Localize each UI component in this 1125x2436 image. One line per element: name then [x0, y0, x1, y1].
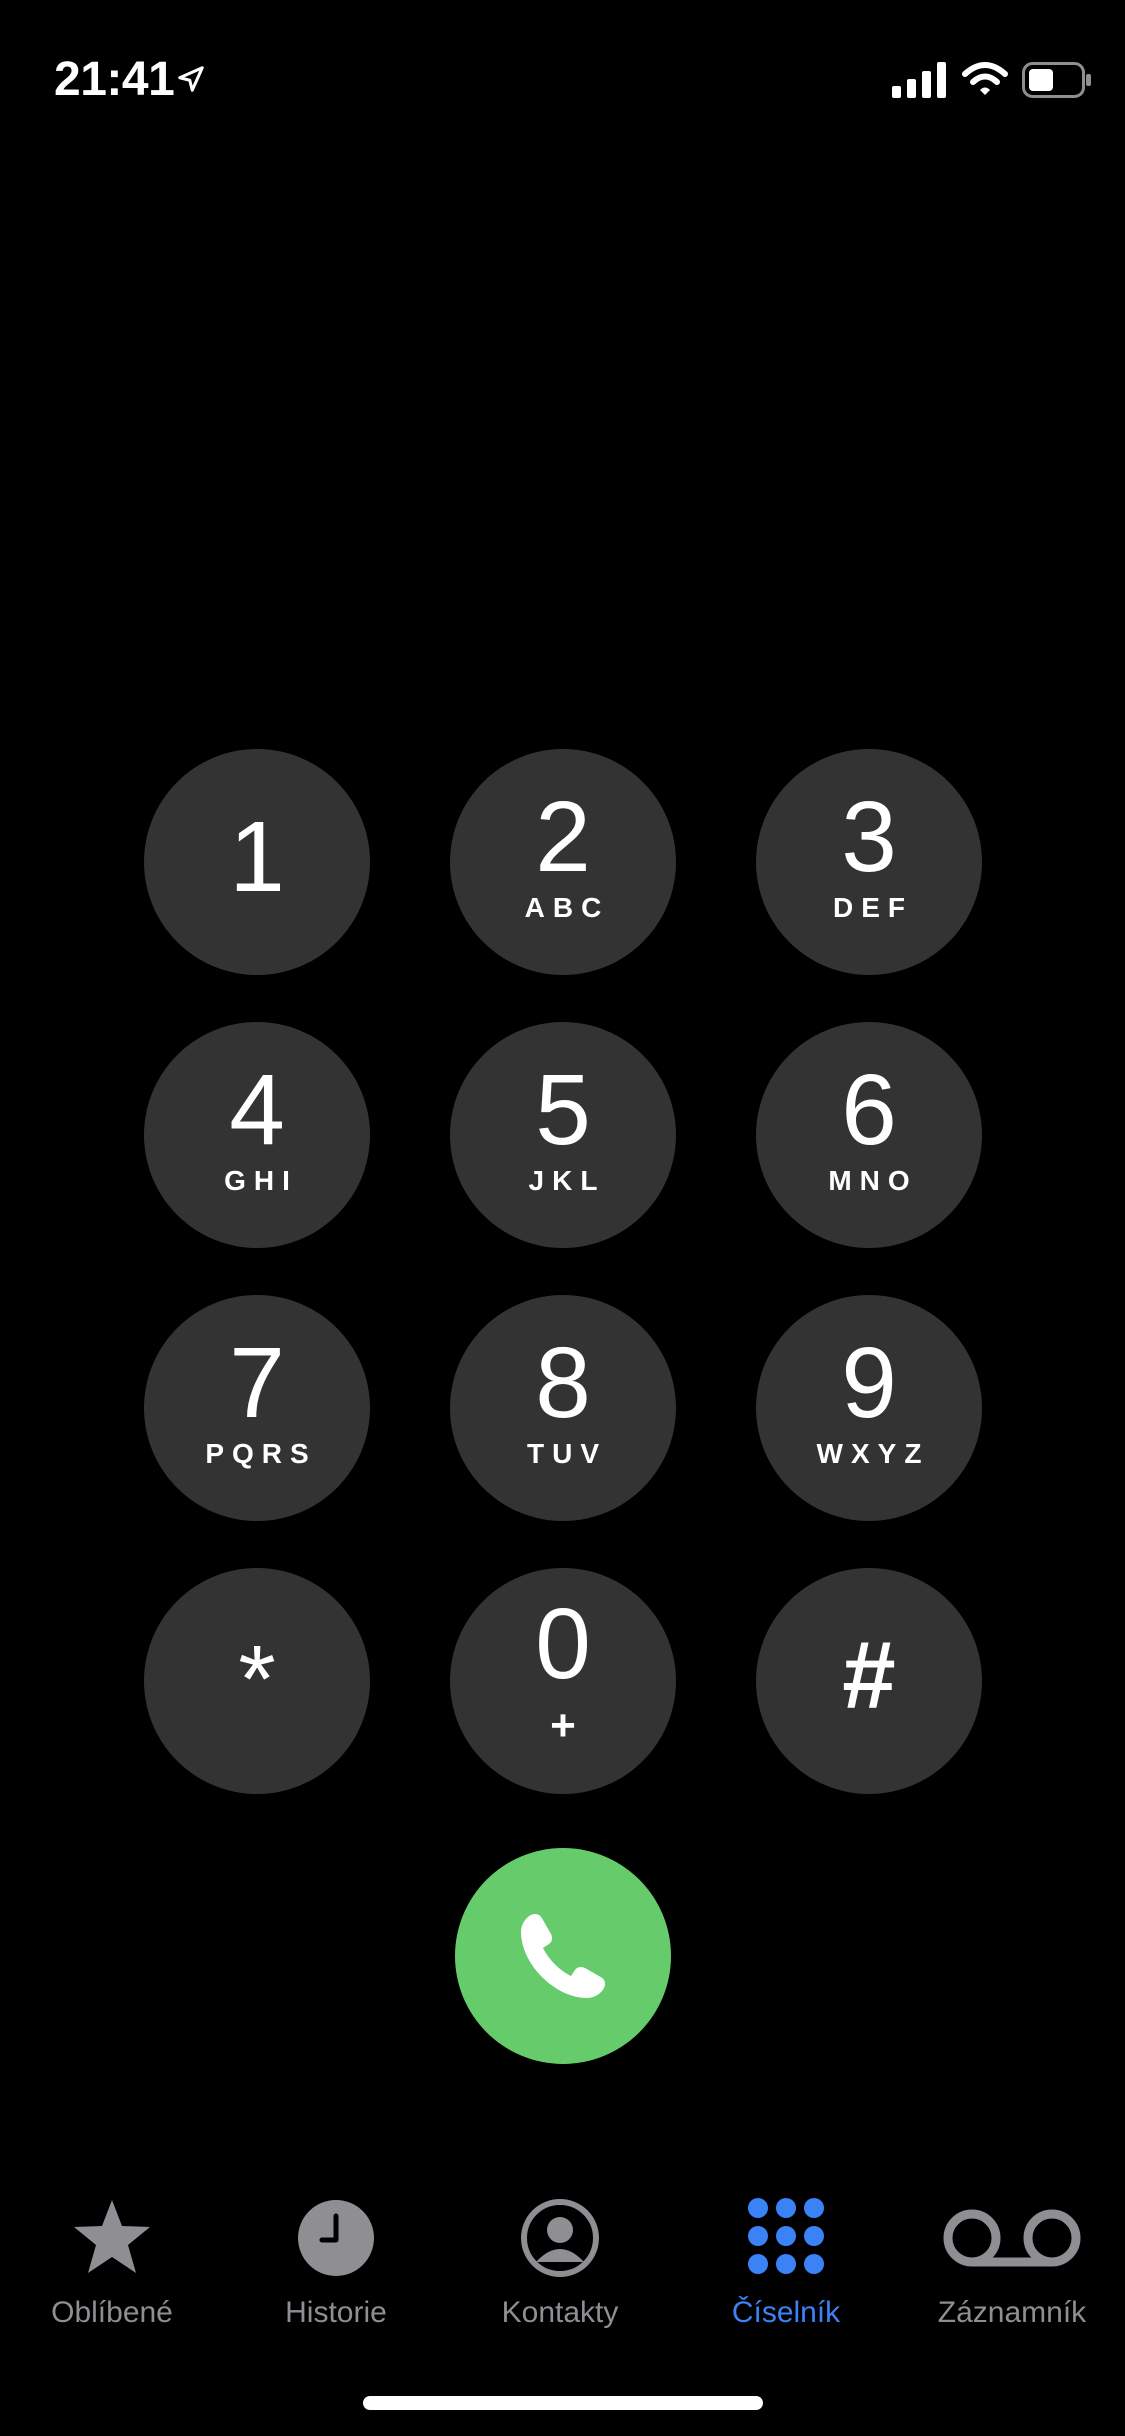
tab-label: Kontakty — [501, 2296, 619, 2329]
tab-label: Záznamník — [937, 2296, 1087, 2329]
key-letters: MNO — [828, 1165, 918, 1196]
key-letters: ABC — [524, 892, 610, 923]
key-hash[interactable]: # — [756, 1568, 982, 1794]
key-5[interactable]: 5 JKL — [450, 1022, 676, 1248]
status-time: 21:41 — [54, 53, 175, 106]
location-arrow-icon — [178, 66, 204, 92]
keypad-grid-icon — [748, 2198, 824, 2274]
tab-keypad[interactable]: Číselník — [686, 2196, 886, 2330]
key-letters: PQRS — [205, 1438, 317, 1469]
voicemail-icon — [943, 2209, 1081, 2267]
key-star[interactable]: * — [144, 1568, 370, 1794]
key-1[interactable]: 1 — [144, 749, 370, 975]
key-digit: 8 — [535, 1327, 591, 1439]
clock-icon — [298, 2200, 374, 2276]
status-bar: 21:41 — [0, 0, 1125, 150]
key-letters: TUV — [527, 1438, 607, 1469]
wifi-icon — [962, 62, 1008, 95]
key-2[interactable]: 2 ABC — [450, 749, 676, 975]
key-digit: 7 — [229, 1327, 285, 1439]
key-plus: + — [550, 1701, 576, 1750]
star-icon — [74, 2200, 150, 2273]
key-digit: 9 — [841, 1327, 897, 1439]
key-0[interactable]: 0 + — [450, 1568, 676, 1794]
tab-label: Číselník — [731, 2296, 841, 2329]
key-6[interactable]: 6 MNO — [756, 1022, 982, 1248]
tab-contacts[interactable]: Kontakty — [460, 2196, 660, 2330]
key-4[interactable]: 4 GHI — [144, 1022, 370, 1248]
key-9[interactable]: 9 WXYZ — [756, 1295, 982, 1521]
key-symbol: * — [238, 1626, 276, 1733]
tab-label: Historie — [285, 2296, 387, 2329]
key-letters: DEF — [833, 892, 913, 923]
tab-favorites[interactable]: Oblíbené — [12, 2196, 212, 2330]
battery-icon — [1022, 62, 1091, 98]
tab-history[interactable]: Historie — [236, 2196, 436, 2330]
tab-label: Oblíbené — [51, 2296, 173, 2329]
key-digit: 6 — [841, 1054, 897, 1166]
phone-icon — [521, 1914, 605, 1998]
key-digit: 5 — [535, 1054, 591, 1166]
key-digit: 2 — [535, 781, 591, 893]
cellular-signal-icon — [892, 62, 946, 98]
key-letters: WXYZ — [816, 1438, 930, 1469]
key-symbol: # — [842, 1622, 896, 1729]
person-circle-icon — [521, 2199, 599, 2277]
key-digit: 0 — [535, 1588, 591, 1700]
key-3[interactable]: 3 DEF — [756, 749, 982, 975]
key-digit: 4 — [229, 1054, 285, 1166]
key-digit: 3 — [841, 781, 897, 893]
key-7[interactable]: 7 PQRS — [144, 1295, 370, 1521]
key-8[interactable]: 8 TUV — [450, 1295, 676, 1521]
key-letters: JKL — [528, 1165, 606, 1196]
key-letters: GHI — [224, 1165, 298, 1196]
call-button[interactable] — [455, 1848, 671, 2064]
key-digit: 1 — [229, 801, 285, 913]
home-indicator[interactable] — [363, 2396, 763, 2410]
tab-voicemail[interactable]: Záznamník — [912, 2196, 1112, 2330]
